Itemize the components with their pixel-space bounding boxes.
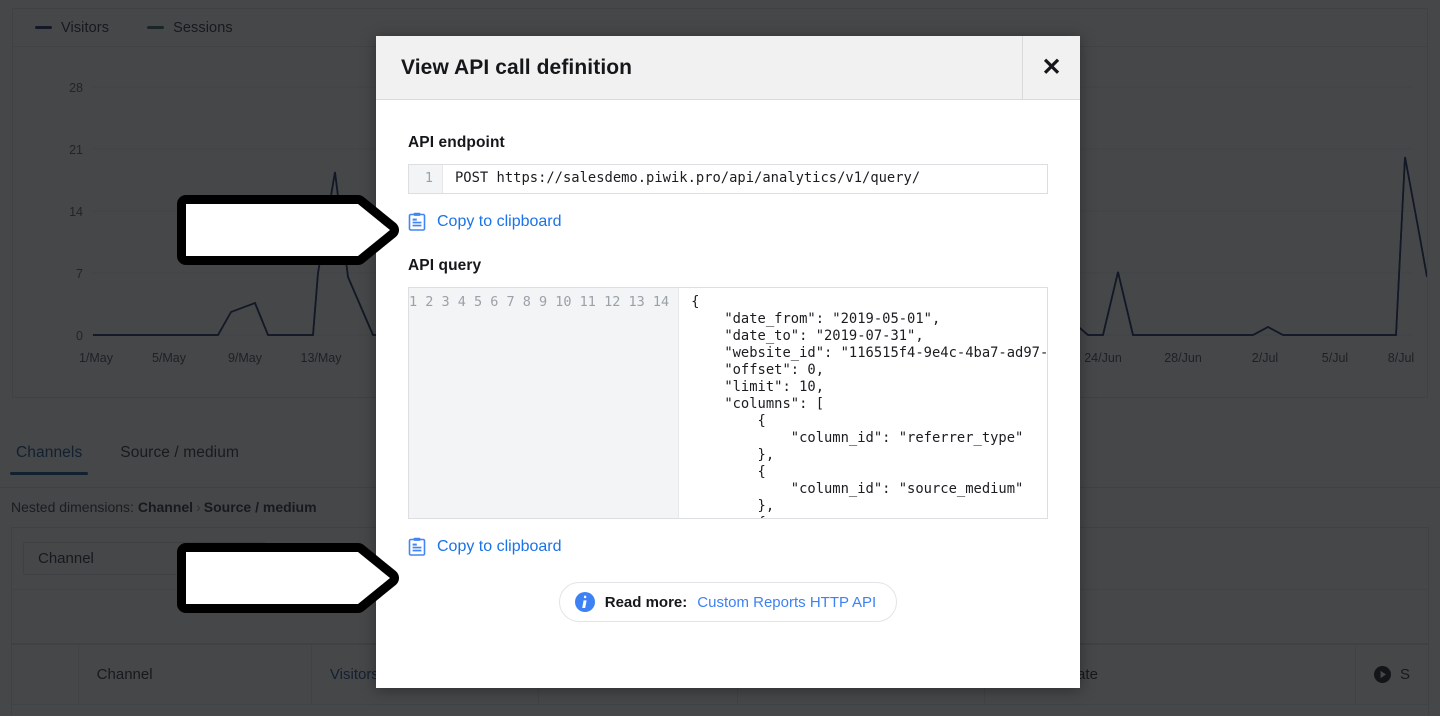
modal-title: View API call definition [401,55,633,79]
copy-endpoint-label: Copy to clipboard [437,212,562,230]
api-query-line-numbers: 1 2 3 4 5 6 7 8 9 10 11 12 13 14 [409,288,680,518]
api-endpoint-line-numbers: 1 [409,165,443,193]
copy-query-label: Copy to clipboard [437,537,562,555]
api-query-code-box: 1 2 3 4 5 6 7 8 9 10 11 12 13 14 { "date… [408,287,1048,519]
clipboard-icon [408,537,426,556]
api-query-label: API query [408,257,482,274]
arrow-to-copy-endpoint [177,195,399,265]
read-more-link[interactable]: Custom Reports HTTP API [697,594,876,611]
api-endpoint-value[interactable]: POST https://salesdemo.piwik.pro/api/ana… [443,165,1047,193]
read-more-text: Read more: [604,593,688,611]
copy-query-button[interactable]: Copy to clipboard [408,537,1048,556]
api-endpoint-code-box: 1 POST https://salesdemo.piwik.pro/api/a… [408,164,1048,194]
copy-endpoint-button[interactable]: Copy to clipboard [408,212,1048,231]
modal-header: View API call definition ✕ [376,36,1080,100]
read-more-wrapper: Read more: Custom Reports HTTP API [408,582,1048,622]
api-call-definition-modal: View API call definition ✕ API endpoint … [376,36,1080,688]
api-endpoint-label: API endpoint [408,134,505,151]
clipboard-icon [408,212,426,231]
read-more-pill: Read more: Custom Reports HTTP API [558,582,898,622]
screen-root: Visitors Sessions [0,0,1440,716]
modal-body: API endpoint 1 POST https://salesdemo.pi… [376,100,1080,688]
close-icon[interactable]: ✕ [1022,36,1080,99]
arrow-to-copy-query [177,543,399,613]
info-icon [574,592,595,612]
api-query-value[interactable]: { "date_from": "2019-05-01", "date_to": … [679,288,1047,518]
